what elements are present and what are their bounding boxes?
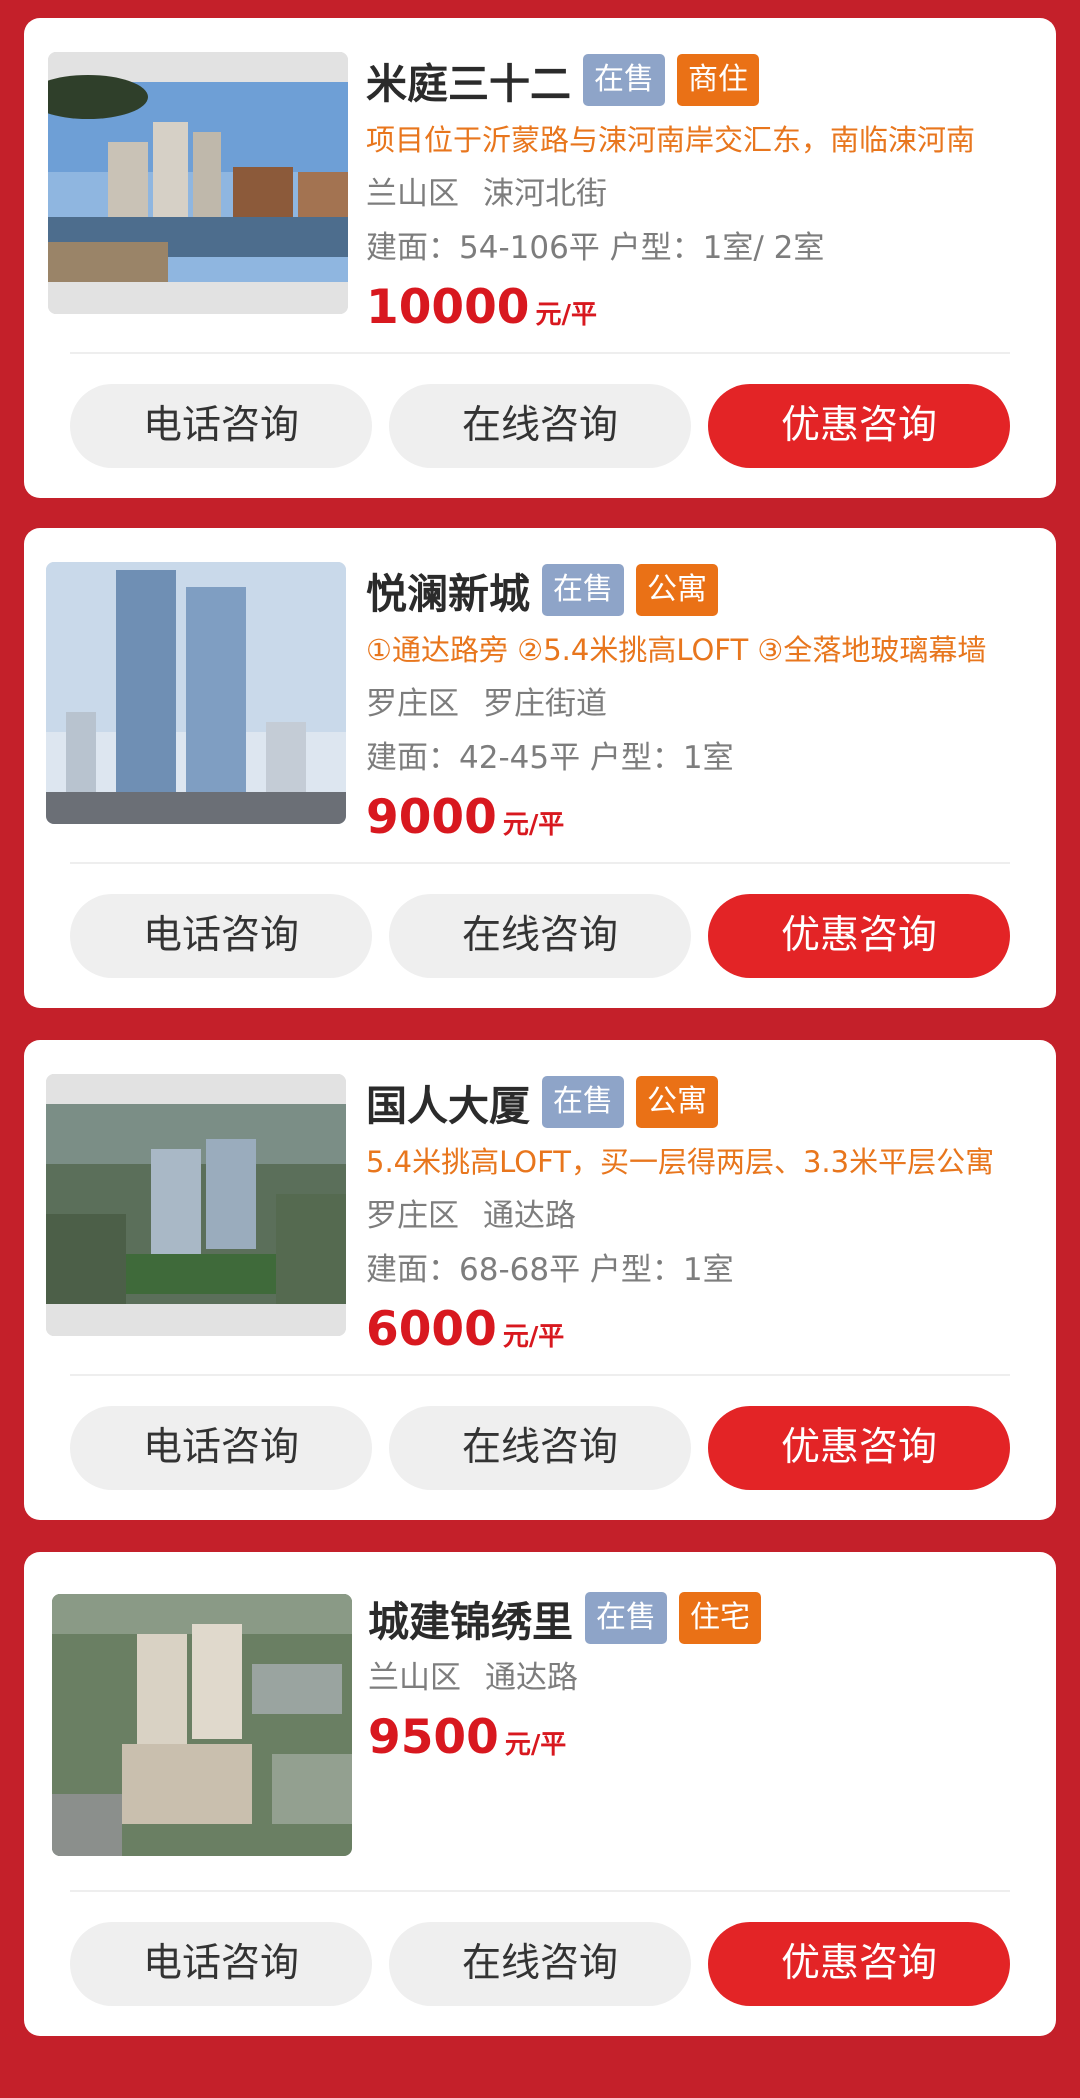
property-info: 国人大厦 在售 公寓 5.4米挑高LOFT，买一层得两层、3.3米平层公寓 罗庄…	[366, 1074, 1046, 1360]
price-row: 9500 元/平	[368, 1708, 1046, 1768]
online-consult-button[interactable]: 在线咨询	[389, 894, 691, 978]
property-card[interactable]: 国人大厦 在售 公寓 5.4米挑高LOFT，买一层得两层、3.3米平层公寓 罗庄…	[24, 1040, 1056, 1520]
price-unit: 元/平	[502, 810, 565, 840]
property-specs: 建面：54-106平 户型：1室/ 2室	[366, 230, 825, 266]
property-description: 项目位于沂蒙路与涑河南岸交汇东，南临涑河南	[366, 123, 976, 157]
property-name[interactable]: 悦澜新城	[366, 560, 530, 620]
price-row: 10000 元/平	[366, 278, 1046, 338]
price-row: 9000 元/平	[366, 788, 1046, 848]
property-location: 兰山区 涑河北街	[366, 172, 1046, 216]
divider	[70, 352, 1010, 354]
property-specs: 建面：68-68平 户型：1室	[366, 1252, 734, 1288]
property-thumbnail-residential-towers[interactable]	[52, 1594, 352, 1856]
online-consult-button[interactable]: 在线咨询	[389, 1406, 691, 1490]
status-badge: 在售	[585, 1592, 667, 1644]
online-consult-button[interactable]: 在线咨询	[389, 384, 691, 468]
street: 涑河北街	[483, 176, 607, 212]
property-list: 米庭三十二 在售 商住 项目位于沂蒙路与涑河南岸交汇东，南临涑河南 兰山区 涑河北…	[0, 0, 1080, 2098]
district: 兰山区	[366, 176, 459, 212]
property-info: 米庭三十二 在售 商住 项目位于沂蒙路与涑河南岸交汇东，南临涑河南 兰山区 涑河北…	[366, 52, 1046, 338]
divider	[70, 1374, 1010, 1376]
property-info: 城建锦绣里 在售 住宅 兰山区 通达路 9500 元/平	[368, 1590, 1046, 1768]
type-badge: 商住	[677, 54, 759, 106]
price-value: 9500	[368, 1710, 499, 1765]
street: 通达路	[485, 1660, 578, 1696]
property-location: 罗庄区 通达路	[366, 1194, 1046, 1238]
property-name[interactable]: 国人大厦	[366, 1072, 530, 1132]
property-name[interactable]: 城建锦绣里	[368, 1588, 573, 1648]
status-badge: 在售	[542, 564, 624, 616]
price-row: 6000 元/平	[366, 1300, 1046, 1360]
property-thumbnail-glass-towers[interactable]	[46, 562, 346, 824]
price-value: 9000	[366, 790, 497, 845]
district: 罗庄区	[366, 1198, 459, 1234]
divider	[70, 862, 1010, 864]
type-badge: 公寓	[636, 1076, 718, 1128]
price-unit: 元/平	[502, 1322, 565, 1352]
status-badge: 在售	[542, 1076, 624, 1128]
property-description: 5.4米挑高LOFT，买一层得两层、3.3米平层公寓	[366, 1145, 995, 1179]
type-badge: 公寓	[636, 564, 718, 616]
phone-consult-button[interactable]: 电话咨询	[70, 1922, 372, 2006]
online-consult-button[interactable]: 在线咨询	[389, 1922, 691, 2006]
price-unit: 元/平	[535, 300, 598, 330]
type-badge: 住宅	[679, 1592, 761, 1644]
property-location: 罗庄区 罗庄街道	[366, 682, 1046, 726]
property-thumbnail-aerial-towers[interactable]	[46, 1074, 346, 1336]
property-card[interactable]: 米庭三十二 在售 商住 项目位于沂蒙路与涑河南岸交汇东，南临涑河南 兰山区 涑河北…	[24, 18, 1056, 498]
phone-consult-button[interactable]: 电话咨询	[70, 384, 372, 468]
divider	[70, 1890, 1010, 1892]
property-card[interactable]: 悦澜新城 在售 公寓 ①通达路旁 ②5.4米挑高LOFT ③全落地玻璃幕墙 罗庄…	[24, 528, 1056, 1008]
street: 通达路	[483, 1198, 576, 1234]
street: 罗庄街道	[483, 686, 607, 722]
property-specs: 建面：42-45平 户型：1室	[366, 740, 734, 776]
promo-consult-button[interactable]: 优惠咨询	[708, 894, 1010, 978]
property-description: ①通达路旁 ②5.4米挑高LOFT ③全落地玻璃幕墙	[366, 633, 987, 667]
promo-consult-button[interactable]: 优惠咨询	[708, 384, 1010, 468]
phone-consult-button[interactable]: 电话咨询	[70, 894, 372, 978]
district: 罗庄区	[366, 686, 459, 722]
property-location: 兰山区 通达路	[368, 1656, 1046, 1700]
promo-consult-button[interactable]: 优惠咨询	[708, 1922, 1010, 2006]
property-info: 悦澜新城 在售 公寓 ①通达路旁 ②5.4米挑高LOFT ③全落地玻璃幕墙 罗庄…	[366, 562, 1046, 848]
district: 兰山区	[368, 1660, 461, 1696]
price-unit: 元/平	[504, 1730, 567, 1760]
price-value: 10000	[366, 280, 530, 335]
property-thumbnail-river-towers[interactable]	[48, 52, 348, 314]
property-name[interactable]: 米庭三十二	[366, 50, 571, 110]
promo-consult-button[interactable]: 优惠咨询	[708, 1406, 1010, 1490]
status-badge: 在售	[583, 54, 665, 106]
price-value: 6000	[366, 1302, 497, 1357]
phone-consult-button[interactable]: 电话咨询	[70, 1406, 372, 1490]
property-card[interactable]: 城建锦绣里 在售 住宅 兰山区 通达路 9500 元/平 电话咨询 在线咨询 优惠咨…	[24, 1552, 1056, 2036]
